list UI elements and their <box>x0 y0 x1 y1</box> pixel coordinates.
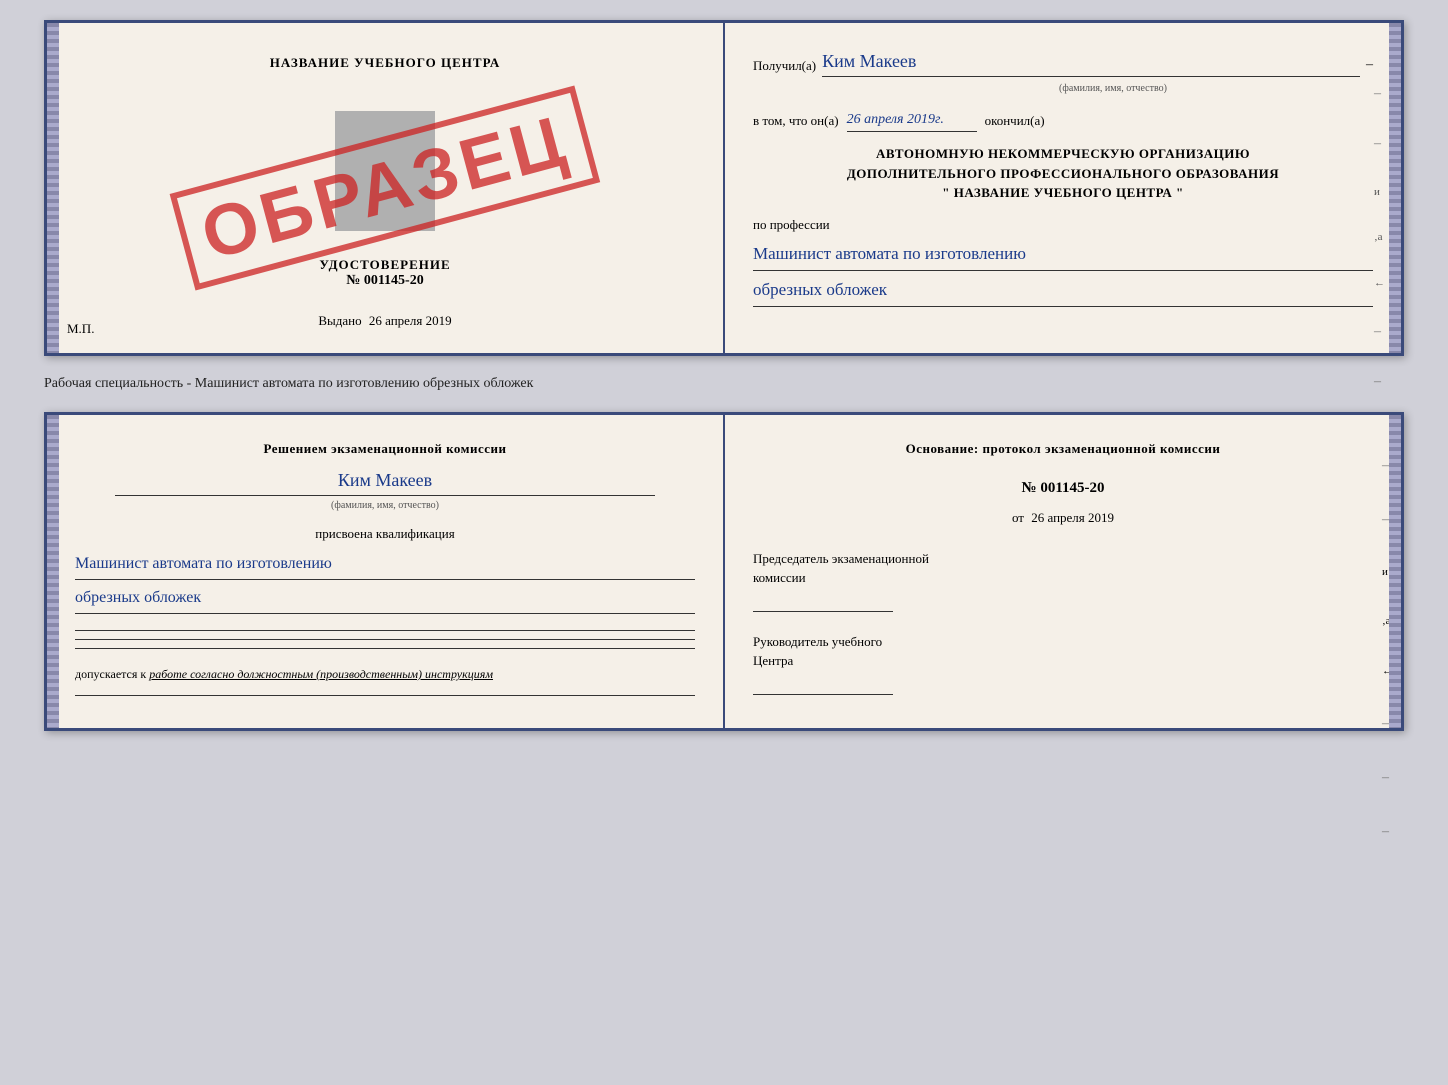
vtom-line: в том, что он(а) 26 апреля 2019г. окончи… <box>753 109 1373 132</box>
komissia-person-name: Ким Макеев <box>115 466 655 496</box>
top-left-panel: НАЗВАНИЕ УЧЕБНОГО ЦЕНТРА ОБРАЗЕЦ УДОСТОВ… <box>47 23 725 353</box>
recipient-name: Ким Макеев <box>822 47 1360 77</box>
completion-date: 26 апреля 2019г. <box>847 109 977 132</box>
caption-line: Рабочая специальность - Машинист автомат… <box>44 372 1404 396</box>
top-right-panel: Получил(а) Ким Макеев – (фамилия, имя, о… <box>725 23 1401 353</box>
spine-right <box>1389 23 1401 353</box>
predsedatel-label: Председатель экзаменационной <box>753 549 1373 569</box>
org-block: АВТОНОМНУЮ НЕКОММЕРЧЕСКУЮ ОРГАНИЗАЦИЮ ДО… <box>753 144 1373 203</box>
org-quote: " НАЗВАНИЕ УЧЕБНОГО ЦЕНТРА " <box>753 183 1373 203</box>
ot-label: от <box>1012 510 1024 525</box>
dash: – <box>1366 54 1373 76</box>
bottom-right-panel: Основание: протокол экзаменационной коми… <box>725 415 1401 728</box>
mp-label: М.П. <box>67 321 94 337</box>
bottom-separator-line1 <box>75 630 695 631</box>
dopusk-text: работе согласно должностным (производств… <box>149 667 493 681</box>
resheniem-title: Решением экзаменационной комиссии <box>75 439 695 460</box>
vtom-label: в том, что он(а) <box>753 111 839 132</box>
osnovanie-title: Основание: протокол экзаменационной коми… <box>753 439 1373 460</box>
vydano-label: Выдано <box>318 313 361 328</box>
side-label-arrow: ← <box>1374 275 1385 293</box>
document-number: № 001145-20 <box>319 273 450 289</box>
fio-subtitle: (фамилия, имя, отчество) <box>853 81 1373 97</box>
dopuskaetsya-block: допускается к работе согласно должностны… <box>75 665 695 683</box>
protocol-number: № 001145-20 <box>753 476 1373 500</box>
udostoverenie-title: УДОСТОВЕРЕНИЕ <box>319 257 450 273</box>
okonchil-label: окончил(а) <box>985 111 1045 132</box>
bottom-separator-line4 <box>75 695 695 696</box>
org-line2: ДОПОЛНИТЕЛЬНОГО ПРОФЕССИОНАЛЬНОГО ОБРАЗО… <box>753 164 1373 184</box>
bottom-separator-line2 <box>75 639 695 640</box>
photo-placeholder <box>335 111 435 231</box>
predsedatel-signature-line <box>753 592 893 612</box>
side-dash-4: – <box>1374 371 1385 393</box>
protocol-date: 26 апреля 2019 <box>1031 510 1114 525</box>
predsedatel-block: Председатель экзаменационной комиссии <box>753 549 1373 612</box>
vydano-date: 26 апреля 2019 <box>369 313 452 328</box>
vydano-line: Выдано 26 апреля 2019 <box>318 313 451 329</box>
profession-line1: Машинист автомата по изготовлению <box>753 239 1373 271</box>
right-side-lines: – – и ‚а ← – – – <box>1374 83 1385 444</box>
kvalif-line1: Машинист автомата по изготовлению <box>75 550 695 580</box>
r-dash-5: – <box>1382 821 1393 843</box>
poluchil-label: Получил(а) <box>753 56 816 77</box>
komissia-label: комиссии <box>753 568 1373 588</box>
poluchil-line: Получил(а) Ким Макеев – <box>753 47 1373 77</box>
centra-label: Центра <box>753 651 1373 671</box>
top-document: НАЗВАНИЕ УЧЕБНОГО ЦЕНТРА ОБРАЗЕЦ УДОСТОВ… <box>44 20 1404 356</box>
bottom-document: Решением экзаменационной комиссии Ким Ма… <box>44 412 1404 731</box>
po-professii-label: по профессии <box>753 215 1373 236</box>
org-line1: АВТОНОМНУЮ НЕКОММЕРЧЕСКУЮ ОРГАНИЗАЦИЮ <box>753 144 1373 164</box>
side-label-a: ‚а <box>1374 229 1385 247</box>
protocol-date-line: от 26 апреля 2019 <box>753 508 1373 529</box>
r-dash-4: – <box>1382 767 1393 789</box>
bottom-separator-line3 <box>75 648 695 649</box>
side-dash-3: – <box>1374 321 1385 343</box>
fio-sub-bottom: (фамилия, имя, отчество) <box>75 498 695 514</box>
udostoverenie-block: УДОСТОВЕРЕНИЕ № 001145-20 <box>319 257 450 289</box>
rukovoditel-block: Руководитель учебного Центра <box>753 632 1373 695</box>
rukovoditel-signature-line <box>753 675 893 695</box>
spine-bottom-right <box>1389 415 1401 728</box>
bottom-left-panel: Решением экзаменационной комиссии Ким Ма… <box>47 415 725 728</box>
side-dash-2: – <box>1374 133 1385 155</box>
profession-line2: обрезных обложек <box>753 275 1373 307</box>
school-title: НАЗВАНИЕ УЧЕБНОГО ЦЕНТРА <box>270 55 501 71</box>
rukovoditel-label: Руководитель учебного <box>753 632 1373 652</box>
kvalif-line2: обрезных обложек <box>75 584 695 614</box>
prisvoena-label: присвоена квалификация <box>75 524 695 545</box>
side-label-i: и <box>1374 184 1385 202</box>
side-dash-1: – <box>1374 83 1385 105</box>
dopusk-label: допускается к <box>75 667 146 681</box>
